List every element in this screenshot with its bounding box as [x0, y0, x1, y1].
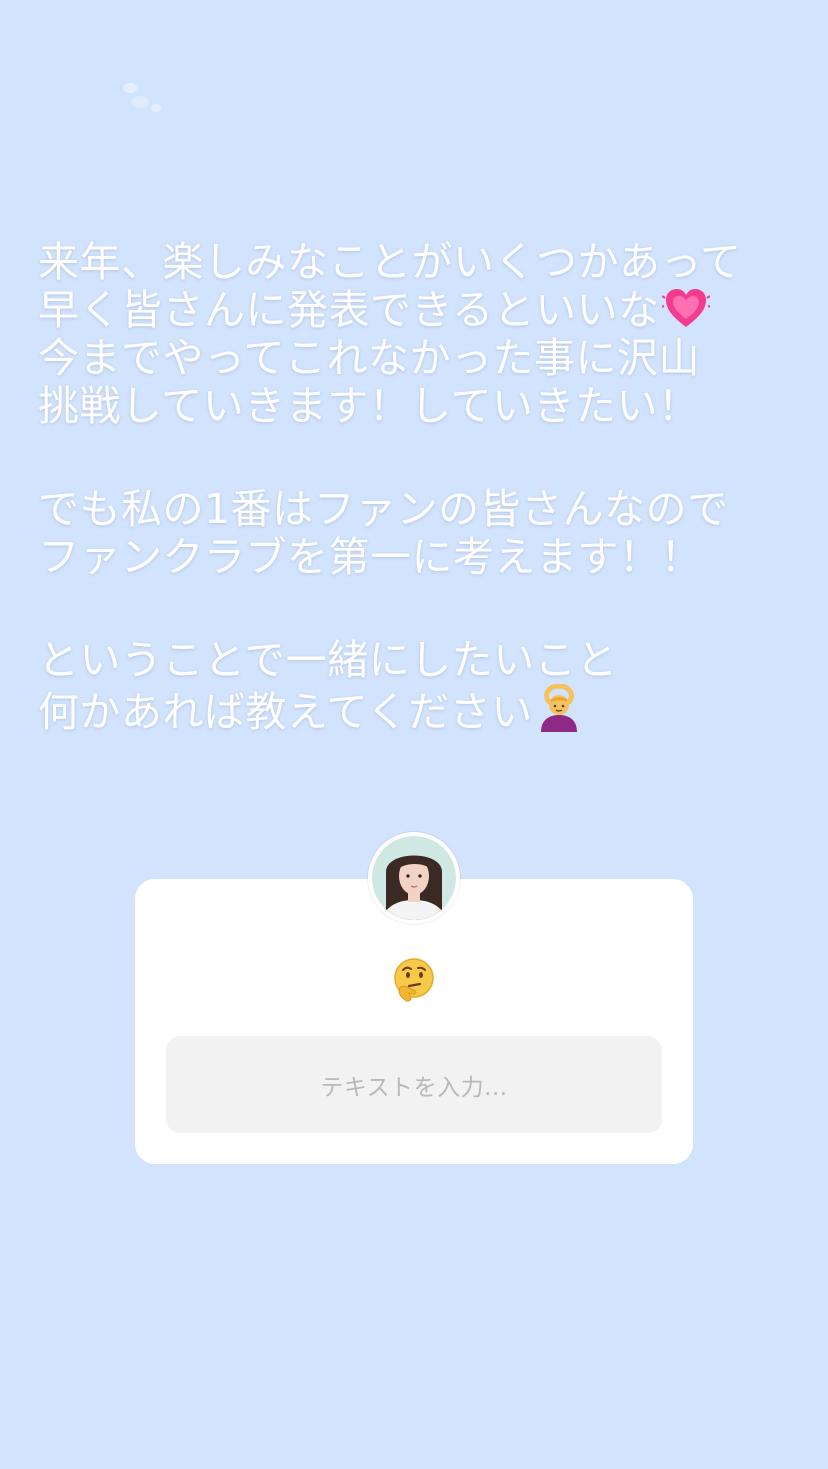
profile-avatar[interactable] — [368, 832, 460, 924]
story-canvas: 来年、楽しみなことがいくつかあって 早く皆さんに発表できるといいな 今までやって… — [0, 0, 828, 1469]
story-caption: 来年、楽しみなことがいくつかあって 早く皆さんに発表できるといいな 今までやって… — [38, 238, 808, 736]
caption-line-2: 早く皆さんに発表できるといいな — [38, 286, 808, 334]
caption-line-7: ということで一緒にしたいこと — [38, 636, 618, 684]
person-gesturing-ok-icon — [540, 684, 577, 732]
avatar-image — [368, 832, 460, 924]
caption-line-4: 挑戦していきます！していきたい！ — [38, 382, 700, 430]
caption-line-5: でも私の1番はファンの皆さんなので — [38, 485, 729, 533]
answer-text-input[interactable]: テキストを入力... — [166, 1036, 662, 1133]
answer-placeholder: テキストを入力... — [320, 1074, 508, 1101]
faint-sparkle-icon — [123, 83, 161, 112]
caption-line-1: 来年、楽しみなことがいくつかあって — [38, 238, 742, 286]
caption-line-6: ファンクラブを第一に考えます！！ — [38, 533, 702, 581]
growing-heart-icon — [661, 289, 710, 327]
caption-line-8: 何かあれば教えてください — [38, 684, 808, 736]
caption-line-3: 今までやってこれなかった事に沢山 — [38, 334, 700, 382]
thinking-face-icon — [394, 958, 434, 1002]
